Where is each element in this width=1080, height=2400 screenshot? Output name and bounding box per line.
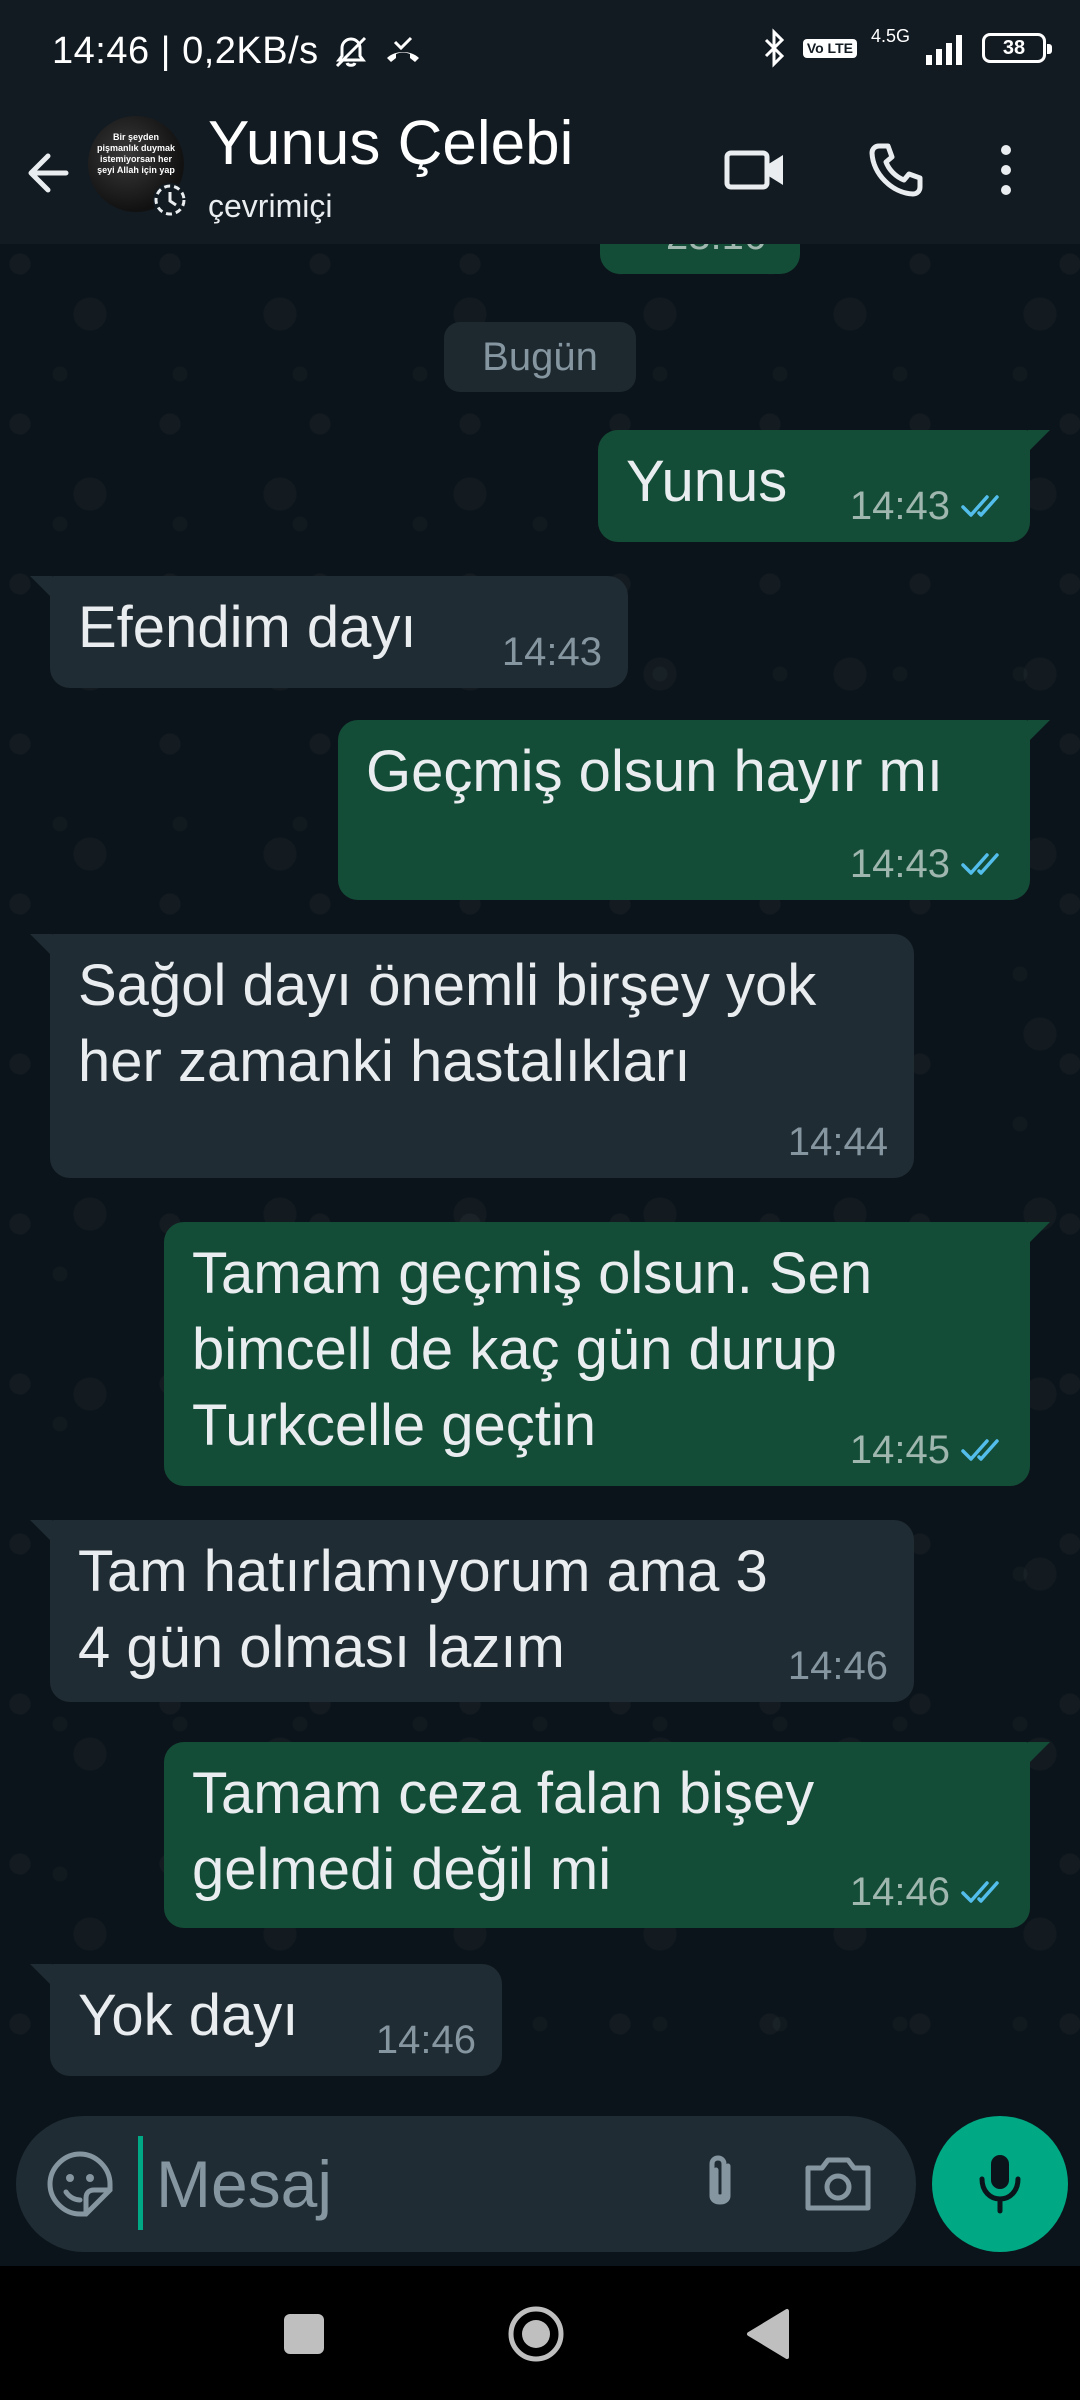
message-meta: 14:43 bbox=[850, 482, 1008, 530]
video-call-button[interactable] bbox=[716, 130, 796, 210]
message-time: 14:45 bbox=[849, 1428, 950, 1472]
bluetooth-icon bbox=[764, 28, 784, 68]
date-divider: Bugün bbox=[444, 322, 636, 392]
back-button[interactable] bbox=[18, 138, 88, 208]
message-text: Sağol dayı önemli birşey yok her zamanki… bbox=[78, 953, 817, 1094]
status-right: Vo LTE 4.5G 38 bbox=[759, 25, 1052, 68]
status-bar: 14:46 | 0,2KB/s Vo LTE 4.5G 38 bbox=[0, 0, 1080, 104]
recents-button[interactable] bbox=[266, 2296, 342, 2372]
message-text: Tamam geçmiş olsun. Sen bimcell de kaç g… bbox=[192, 1241, 873, 1458]
message-incoming[interactable]: Yok dayı 14:46 bbox=[30, 1964, 502, 2076]
more-vertical-icon bbox=[1001, 145, 1011, 195]
sticker-smiley-icon bbox=[47, 2151, 113, 2217]
more-options-button[interactable] bbox=[976, 130, 1036, 210]
message-time: 14:46 bbox=[787, 1644, 888, 1688]
message-meta: 14:46 bbox=[376, 2016, 476, 2064]
message-time: 14:43 bbox=[849, 484, 950, 528]
network-type: 4.5G bbox=[870, 25, 910, 46]
double-check-icon bbox=[961, 495, 999, 517]
square-icon bbox=[284, 2314, 324, 2354]
camera-icon bbox=[805, 2157, 871, 2211]
message-time: 14:43 bbox=[849, 842, 950, 886]
battery-icon: 38 bbox=[982, 33, 1052, 63]
message-text: Efendim dayı bbox=[78, 595, 417, 660]
message-time: 14:46 bbox=[849, 1870, 950, 1914]
message-meta: 14:43 bbox=[502, 628, 602, 676]
message-text: Yok dayı bbox=[78, 1983, 299, 2048]
missed-call-icon bbox=[386, 36, 419, 62]
video-camera-icon bbox=[724, 150, 783, 190]
message-text: Geçmiş olsun hayır mı bbox=[366, 739, 943, 804]
status-update-icon bbox=[153, 183, 187, 217]
message-time: 14:44 bbox=[787, 1120, 888, 1164]
message-time: 14:46 bbox=[375, 2018, 476, 2062]
double-check-icon bbox=[961, 1439, 999, 1461]
microphone-icon bbox=[979, 2155, 1021, 2214]
double-check-icon bbox=[961, 853, 999, 875]
contact-name[interactable]: Yunus Çelebi bbox=[208, 108, 573, 179]
message-time: 14:43 bbox=[501, 630, 602, 674]
message-text: Yunus bbox=[626, 449, 788, 514]
phone-icon bbox=[869, 143, 923, 197]
message-incoming[interactable]: Efendim dayı 14:43 bbox=[30, 576, 628, 688]
message-meta: 14:44 bbox=[788, 1118, 888, 1166]
triangle-back-icon bbox=[747, 2309, 789, 2359]
chat-area[interactable]: 23:16 Bugün Yunus 14:43 Efendim dayı 14:… bbox=[0, 244, 1080, 2096]
circle-home-icon bbox=[508, 2306, 564, 2362]
message-outgoing[interactable]: Tamam geçmiş olsun. Sen bimcell de kaç g… bbox=[164, 1222, 1050, 1486]
contact-status: çevrimiçi bbox=[208, 188, 333, 224]
muted-bell-icon bbox=[335, 36, 366, 67]
home-button[interactable] bbox=[498, 2296, 574, 2372]
previous-message-time: 23:16 bbox=[666, 244, 766, 259]
message-incoming[interactable]: Tam hatırlamıyorum ama 3 4 gün olması la… bbox=[30, 1520, 914, 1702]
paperclip-icon bbox=[709, 2155, 731, 2205]
system-nav-bar bbox=[0, 2266, 1080, 2400]
message-text: Tam hatırlamıyorum ama 3 4 gün olması la… bbox=[78, 1539, 768, 1680]
message-meta: 14:45 bbox=[850, 1426, 1008, 1474]
message-outgoing[interactable]: Tamam ceza falan bişey gelmedi değil mi … bbox=[164, 1742, 1050, 1928]
chat-header: Bir şeyden pişmanlık duymak istemiyorsan… bbox=[0, 104, 1080, 244]
status-time-speed: 14:46 | 0,2KB/s bbox=[52, 30, 319, 72]
message-outgoing[interactable]: Yunus 14:43 bbox=[598, 430, 1050, 542]
message-outgoing[interactable]: Geçmiş olsun hayır mı 14:43 bbox=[338, 720, 1050, 900]
voice-call-button[interactable] bbox=[856, 130, 936, 210]
message-composer bbox=[16, 2116, 916, 2252]
double-check-icon bbox=[961, 1881, 999, 1903]
avatar-text: Bir şeyden pişmanlık duymak istemiyorsan… bbox=[96, 132, 176, 175]
emoji-button[interactable] bbox=[42, 2146, 118, 2222]
arrow-left-icon bbox=[28, 153, 69, 193]
battery-level: 38 bbox=[1002, 36, 1026, 59]
message-meta: 14:43 bbox=[850, 840, 1008, 888]
status-left: 14:46 | 0,2KB/s bbox=[52, 30, 423, 73]
message-incoming[interactable]: Sağol dayı önemli birşey yok her zamanki… bbox=[30, 934, 914, 1178]
voice-message-button[interactable] bbox=[932, 2116, 1068, 2252]
camera-button[interactable] bbox=[798, 2146, 878, 2222]
volte-badge: Vo LTE bbox=[802, 38, 857, 58]
message-text: Tamam ceza falan bişey gelmedi değil mi bbox=[192, 1761, 815, 1902]
attach-button[interactable] bbox=[682, 2146, 758, 2222]
back-nav-button[interactable] bbox=[730, 2296, 806, 2372]
signal-icon bbox=[926, 35, 962, 65]
message-meta: 14:46 bbox=[850, 1868, 1008, 1916]
message-meta: 14:46 bbox=[788, 1642, 888, 1690]
message-input[interactable] bbox=[134, 2140, 696, 2228]
